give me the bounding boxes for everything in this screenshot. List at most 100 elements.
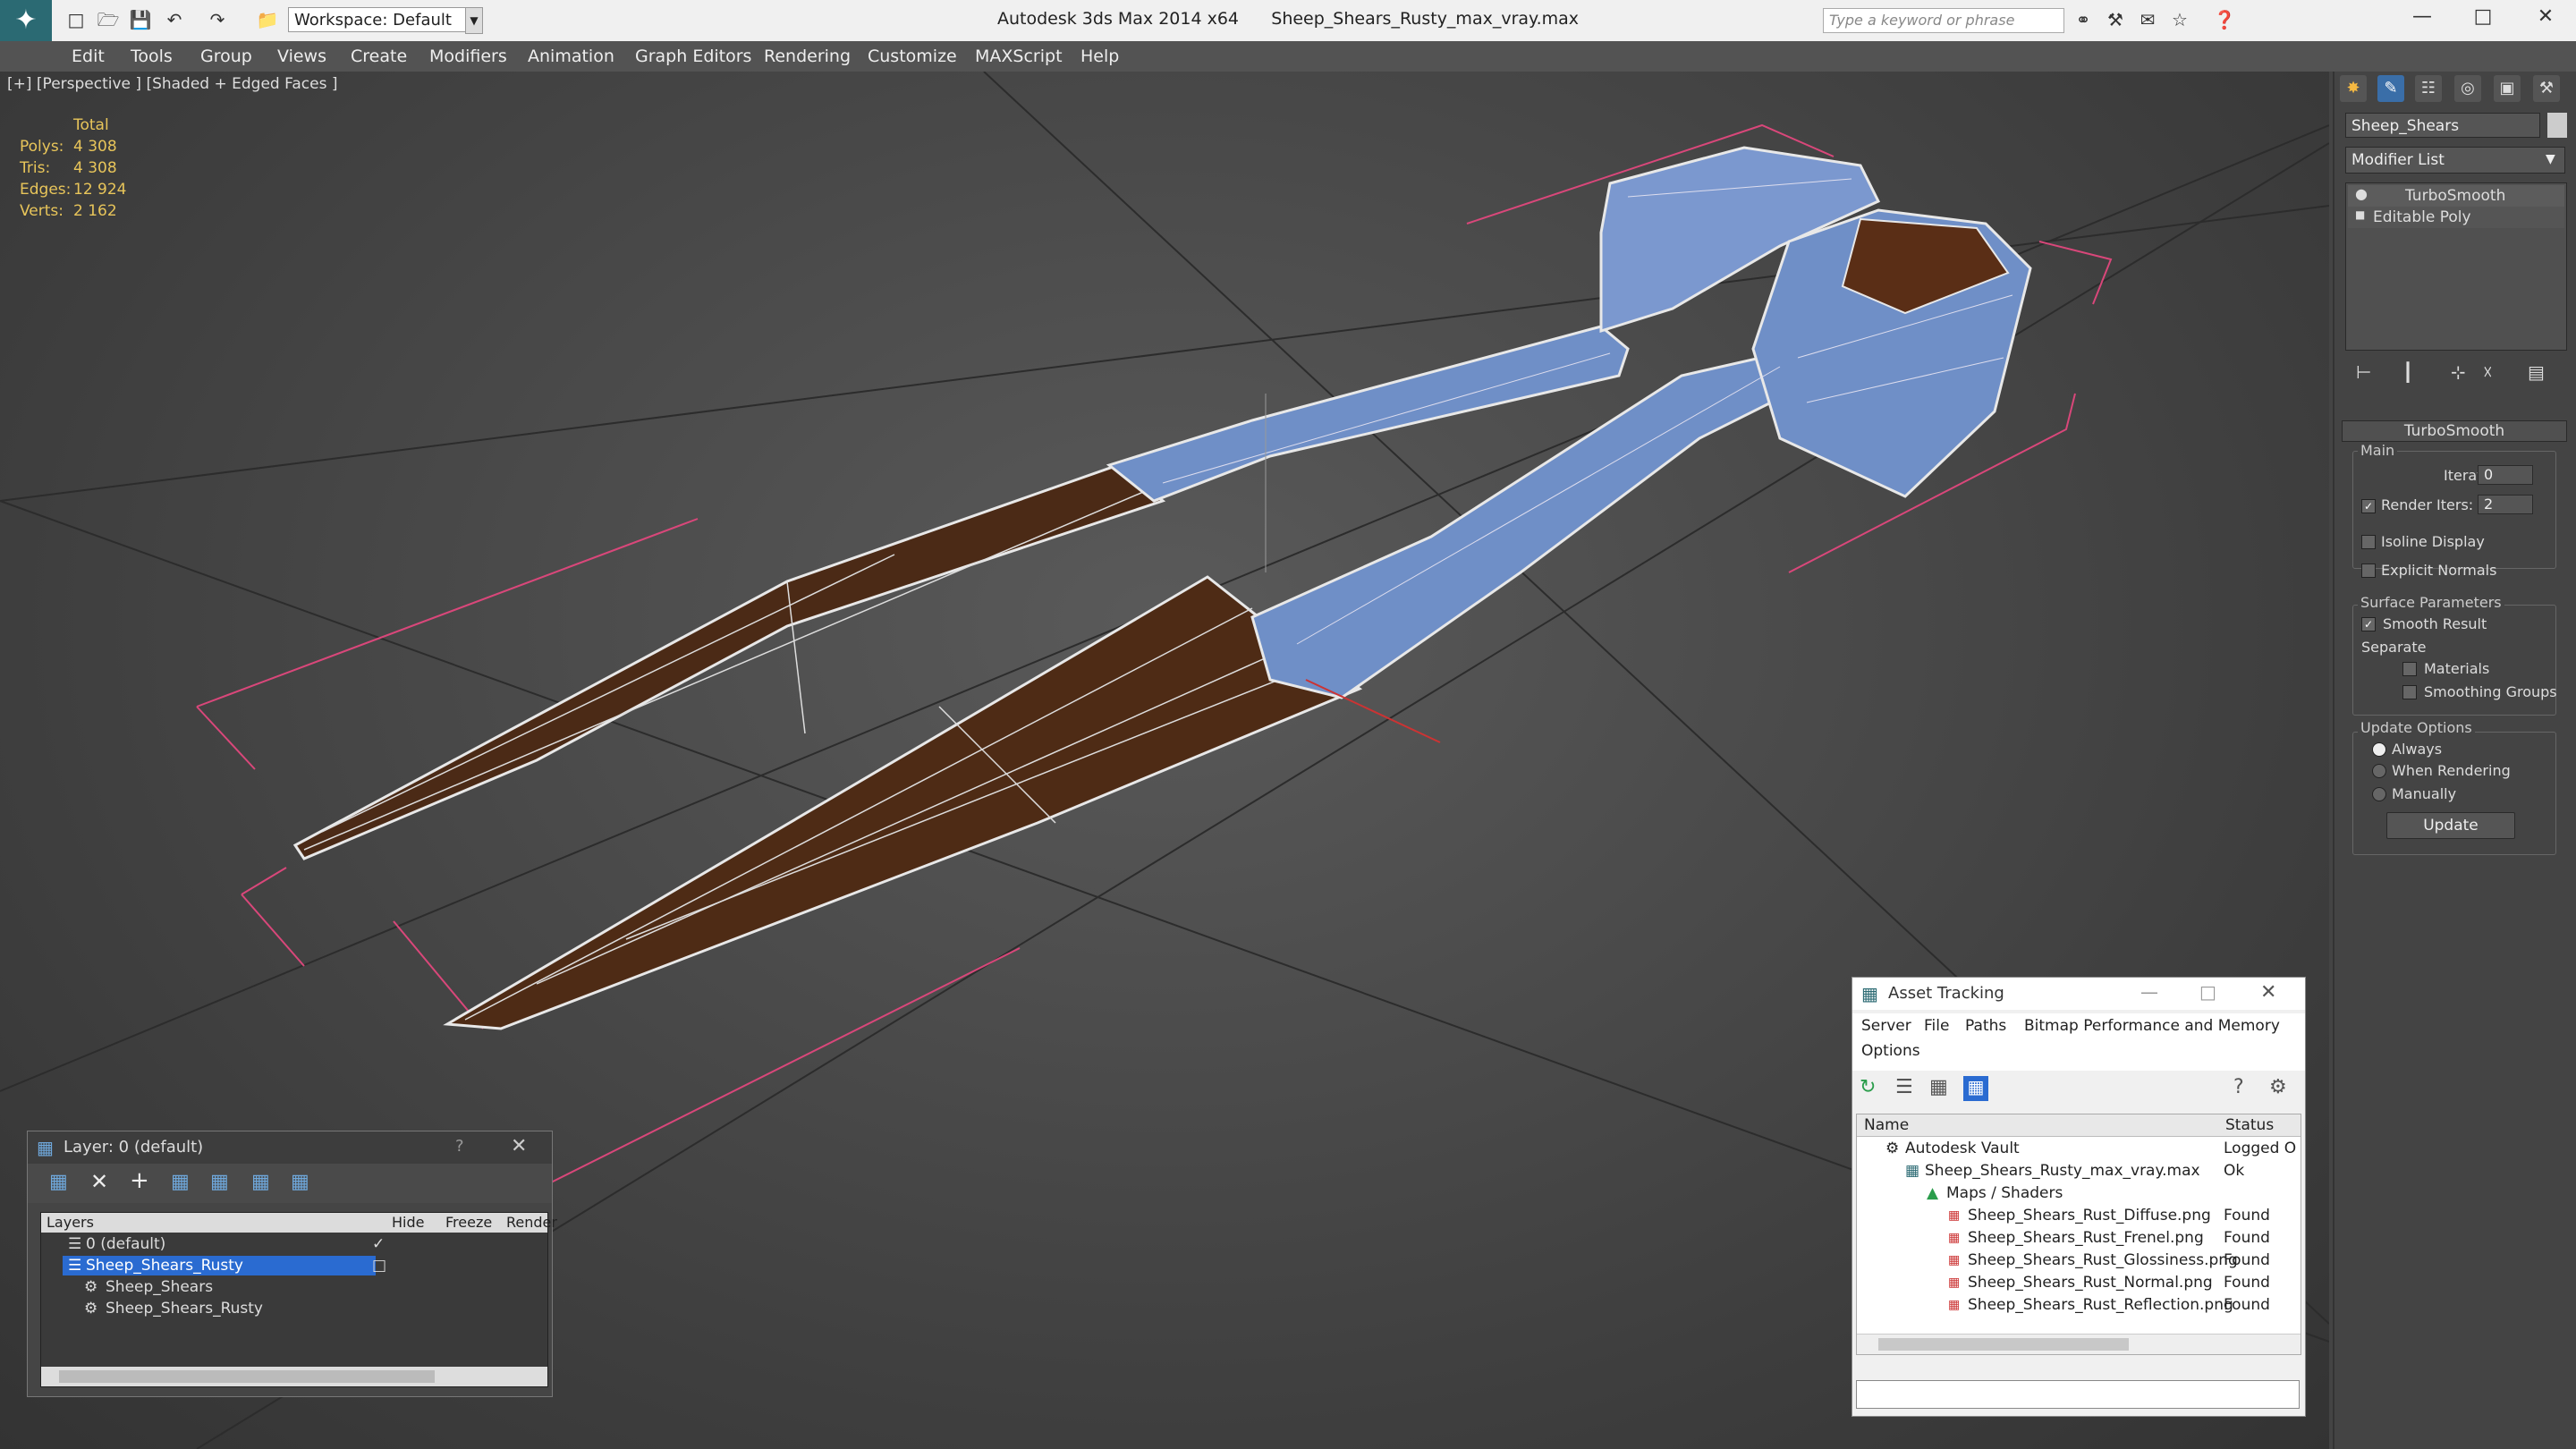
layer-row[interactable]: ⚙ Sheep_Shears — [41, 1277, 547, 1297]
hide-all-icon[interactable]: ▦ — [251, 1171, 270, 1193]
layer-row-selected[interactable]: ☰ Sheep_Shears_Rusty □ — [41, 1256, 547, 1275]
search-input[interactable]: Type a keyword or phrase — [1823, 8, 2064, 33]
column-freeze[interactable]: Freeze — [445, 1213, 492, 1233]
menu-file[interactable]: File — [1924, 1017, 1949, 1035]
hierarchy-tab-icon[interactable]: ☷ — [2415, 75, 2442, 102]
display-tab-icon[interactable]: ▣ — [2494, 75, 2521, 102]
asset-row[interactable]: ⚙ Autodesk Vault Logged O — [1859, 1138, 2301, 1160]
maximize-icon[interactable]: □ — [2199, 981, 2216, 1003]
chevron-down-icon[interactable]: ▼ — [2546, 152, 2555, 166]
menu-bitmap-performance[interactable]: Bitmap Performance and Memory — [2024, 1017, 2280, 1035]
layer-row[interactable]: ⚙ Sheep_Shears_Rusty — [41, 1299, 547, 1318]
turbosmooth-rollout-header[interactable]: TurboSmooth — [2342, 420, 2567, 442]
menu-rendering[interactable]: Rendering — [764, 47, 851, 66]
pin-stack-icon[interactable]: ⊢ — [2356, 361, 2371, 383]
always-radio[interactable] — [2372, 742, 2386, 757]
column-name[interactable]: Name — [1864, 1114, 1909, 1136]
column-layers[interactable]: Layers — [47, 1213, 94, 1233]
close-icon[interactable]: ✕ — [2260, 981, 2276, 1004]
help-icon[interactable]: ? — [2233, 1076, 2244, 1098]
lightbulb-icon[interactable]: ● — [2355, 185, 2368, 202]
update-button[interactable]: Update — [2386, 812, 2515, 839]
asset-row[interactable]: ▦ Sheep_Shears_Rust_Reflection.png Found — [1859, 1294, 2301, 1317]
when-rendering-radio[interactable] — [2372, 764, 2386, 778]
render-iters-spinner[interactable]: 2 — [2478, 495, 2533, 514]
menu-views[interactable]: Views — [277, 47, 326, 66]
asset-row[interactable]: ▦ Sheep_Shears_Rust_Diffuse.png Found — [1859, 1205, 2301, 1227]
menu-group[interactable]: Group — [200, 47, 252, 66]
delete-layer-icon[interactable]: ✕ — [90, 1169, 108, 1194]
thumbnail-view-icon[interactable]: ▦ — [1929, 1076, 1948, 1098]
modify-tab-icon[interactable]: ✎ — [2377, 75, 2404, 102]
expand-icon[interactable]: ■ — [2355, 208, 2365, 221]
minimize-icon[interactable]: — — [2404, 5, 2440, 28]
asset-path-field[interactable] — [1856, 1380, 2300, 1409]
render-iters-checkbox[interactable]: ✓ — [2361, 499, 2376, 513]
remove-modifier-icon[interactable]: ☓ — [2483, 361, 2493, 383]
scrollbar-thumb[interactable] — [59, 1370, 435, 1383]
menu-animation[interactable]: Animation — [528, 47, 614, 66]
make-unique-icon[interactable]: ⊹ — [2451, 361, 2466, 383]
asset-row[interactable]: ▦ Sheep_Shears_Rust_Glossiness.png Found — [1859, 1250, 2301, 1272]
menu-options[interactable]: Options — [1861, 1042, 1920, 1060]
motion-tab-icon[interactable]: ◎ — [2454, 75, 2481, 102]
smooth-result-checkbox[interactable]: ✓ — [2361, 617, 2376, 631]
layer-row[interactable]: ☰ 0 (default) ✓ — [41, 1234, 547, 1254]
list-view-icon[interactable]: ☰ — [1895, 1076, 1913, 1098]
active-check-icon[interactable]: ✓ — [372, 1234, 385, 1254]
stack-item-turbosmooth[interactable]: ● TurboSmooth — [2348, 185, 2564, 207]
close-icon[interactable]: ✕ — [2528, 5, 2563, 28]
stack-item-editable-poly[interactable]: ■ Editable Poly — [2348, 207, 2564, 228]
select-objects-icon[interactable]: ▦ — [171, 1171, 190, 1193]
horizontal-scrollbar[interactable] — [41, 1367, 547, 1386]
maximize-icon[interactable]: □ — [2465, 5, 2501, 28]
column-status[interactable]: Status — [2225, 1114, 2274, 1136]
object-color-swatch[interactable] — [2547, 113, 2567, 138]
create-layer-icon[interactable]: ▦ — [49, 1171, 68, 1193]
scrollbar-thumb[interactable] — [1878, 1338, 2129, 1351]
create-tab-icon[interactable]: ✸ — [2340, 75, 2367, 102]
object-name-field[interactable]: Sheep_Shears — [2345, 113, 2540, 138]
menu-create[interactable]: Create — [351, 47, 407, 66]
minimize-icon[interactable]: — — [2140, 981, 2158, 1003]
asset-horizontal-scrollbar[interactable] — [1857, 1334, 2301, 1354]
asset-row[interactable]: ▲ Maps / Shaders — [1859, 1182, 2301, 1205]
table-view-icon[interactable]: ▦ — [1963, 1076, 1988, 1101]
subscription-icon[interactable]: ⚒ — [2104, 8, 2127, 31]
viewport-label[interactable]: [+] [Perspective ] [Shaded + Edged Faces… — [7, 75, 337, 93]
menu-edit[interactable]: Edit — [72, 47, 105, 66]
favorites-star-icon[interactable]: ☆ — [2168, 8, 2191, 31]
materials-checkbox[interactable] — [2402, 662, 2417, 676]
menu-maxscript[interactable]: MAXScript — [975, 47, 1063, 66]
menu-tools[interactable]: Tools — [131, 47, 173, 66]
asset-row[interactable]: ▦ Sheep_Shears_Rust_Frenel.png Found — [1859, 1227, 2301, 1250]
settings-icon[interactable]: ⚙ — [2269, 1076, 2287, 1098]
active-box-icon[interactable]: □ — [372, 1256, 386, 1275]
close-icon[interactable]: ✕ — [511, 1135, 527, 1157]
refresh-icon[interactable]: ↻ — [1860, 1076, 1876, 1098]
smoothing-groups-checkbox[interactable] — [2402, 685, 2417, 699]
iterations-spinner[interactable]: 0 — [2478, 465, 2533, 485]
highlight-layer-icon[interactable]: ▦ — [210, 1171, 229, 1193]
freeze-all-icon[interactable]: ▦ — [291, 1171, 309, 1193]
menu-server[interactable]: Server — [1861, 1017, 1911, 1035]
show-end-result-icon[interactable]: ┃ — [2402, 361, 2413, 383]
help-icon[interactable]: ? — [455, 1137, 464, 1156]
communication-icon[interactable]: ✉ — [2136, 8, 2159, 31]
menu-customize[interactable]: Customize — [868, 47, 957, 66]
asset-row[interactable]: ▦ Sheep_Shears_Rust_Normal.png Found — [1859, 1272, 2301, 1294]
explicit-normals-checkbox[interactable] — [2361, 564, 2376, 578]
configure-sets-icon[interactable]: ▤ — [2528, 361, 2545, 383]
add-selection-icon[interactable]: + — [130, 1167, 149, 1194]
column-hide[interactable]: Hide — [392, 1213, 424, 1233]
asset-row[interactable]: ▦ Sheep_Shears_Rusty_max_vray.max Ok — [1859, 1160, 2301, 1182]
modifier-list-dropdown[interactable]: Modifier List — [2345, 147, 2565, 174]
manually-radio[interactable] — [2372, 787, 2386, 801]
binoculars-icon[interactable]: ⚭ — [2072, 8, 2095, 31]
menu-modifiers[interactable]: Modifiers — [429, 47, 507, 66]
menu-help[interactable]: Help — [1080, 47, 1119, 66]
column-render[interactable]: Render — [506, 1213, 557, 1233]
help-icon[interactable]: ❓ — [2213, 8, 2236, 31]
isoline-display-checkbox[interactable] — [2361, 535, 2376, 549]
menu-graph-editors[interactable]: Graph Editors — [635, 47, 751, 66]
